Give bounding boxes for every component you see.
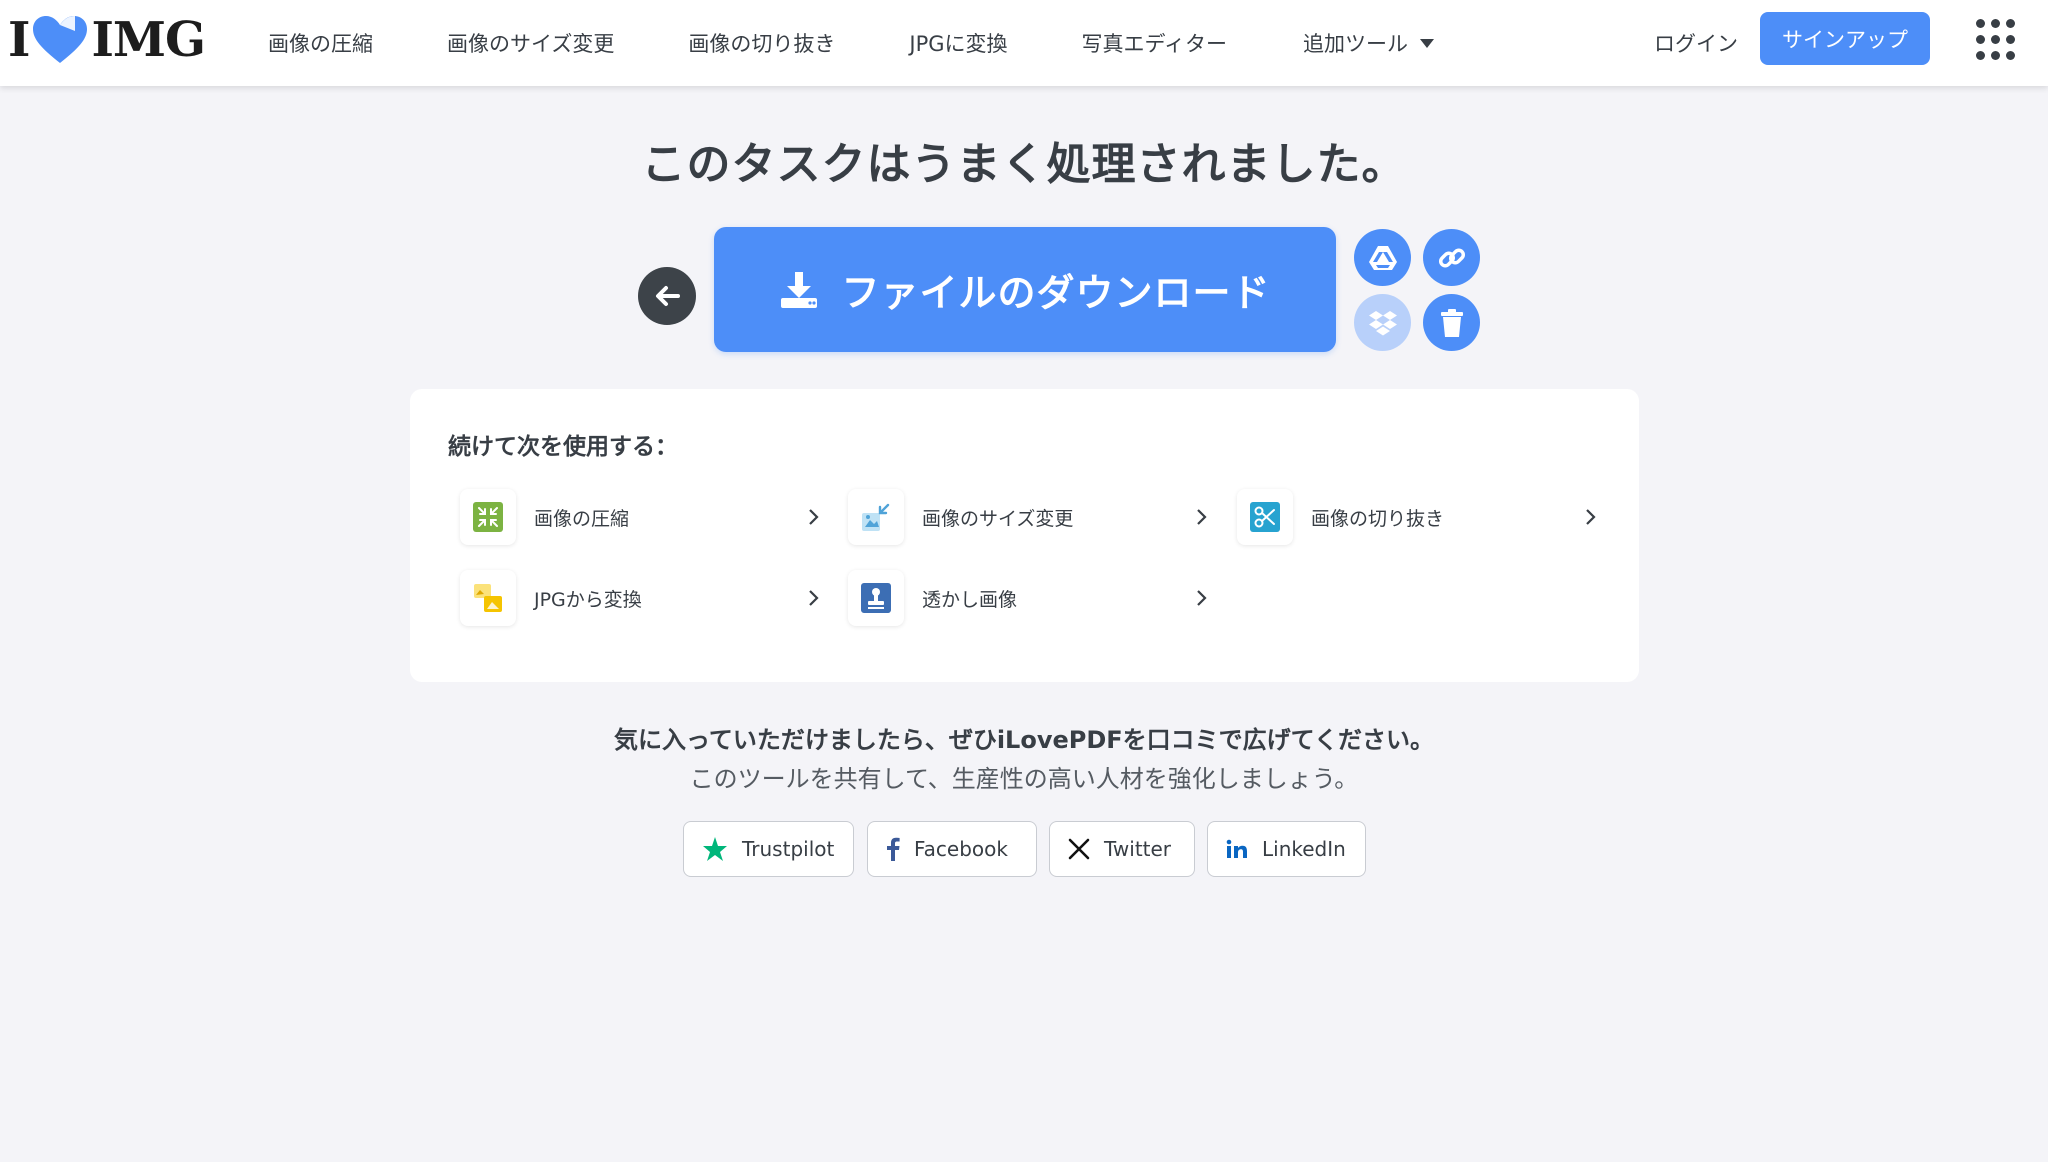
dropbox-button[interactable] xyxy=(1354,294,1411,351)
page-title: このタスクはうまく処理されました。 xyxy=(641,139,1407,190)
apps-grid-icon[interactable] xyxy=(1976,19,2016,60)
nav-compress[interactable]: 画像の圧縮 xyxy=(268,0,373,86)
facebook-icon xyxy=(886,837,900,861)
chevron-right-icon xyxy=(804,507,824,527)
tool-watermark[interactable]: 透かし画像 xyxy=(848,568,1212,628)
caret-down-icon xyxy=(1420,38,1435,48)
convert-from-jpg-icon xyxy=(460,570,516,626)
x-twitter-icon xyxy=(1068,838,1090,860)
delete-button[interactable] xyxy=(1423,294,1480,351)
tool-label: 画像の圧縮 xyxy=(534,507,630,530)
linkedin-label: LinkedIn xyxy=(1262,837,1346,861)
nav-resize[interactable]: 画像のサイズ変更 xyxy=(447,0,614,86)
top-header: I IMG 画像の圧縮 画像のサイズ変更 画像の切り抜き JPGに変換 写真エデ… xyxy=(0,0,2048,86)
continue-title: 続けて次を使用する： xyxy=(448,434,678,460)
continue-card: 続けて次を使用する： 画像の圧縮 画像のサイズ変更 画像の切り抜き JPGから変… xyxy=(410,389,1639,682)
twitter-label: Twitter xyxy=(1104,837,1172,861)
tool-crop[interactable]: 画像の切り抜き xyxy=(1237,487,1601,547)
twitter-button[interactable]: Twitter xyxy=(1049,821,1195,877)
chevron-right-icon xyxy=(1581,507,1601,527)
main-nav: 画像の圧縮 画像のサイズ変更 画像の切り抜き JPGに変換 写真エディター 追加… xyxy=(268,0,1435,86)
tool-label: 画像のサイズ変更 xyxy=(922,507,1074,530)
tool-compress[interactable]: 画像の圧縮 xyxy=(460,487,824,547)
chevron-right-icon xyxy=(1192,507,1212,527)
download-icon xyxy=(779,270,819,310)
logo-text-left: I xyxy=(8,12,30,68)
compress-icon xyxy=(460,489,516,545)
logo-text-right: IMG xyxy=(91,12,206,68)
back-button[interactable] xyxy=(638,267,696,325)
trash-icon xyxy=(1440,308,1463,337)
crop-icon xyxy=(1237,489,1293,545)
heart-icon xyxy=(31,15,89,65)
dropbox-icon xyxy=(1368,310,1397,335)
share-title: 気に入っていただけましたら、ぜひiLovePDFを口コミで広げてください。 xyxy=(614,726,1434,754)
login-link[interactable]: ログイン xyxy=(1654,24,1738,62)
tool-resize[interactable]: 画像のサイズ変更 xyxy=(848,487,1212,547)
tool-label: JPGから変換 xyxy=(534,588,642,611)
arrow-left-icon xyxy=(656,286,680,306)
copy-link-button[interactable] xyxy=(1423,229,1480,286)
download-button[interactable]: ファイルのダウンロード xyxy=(714,227,1336,352)
trustpilot-button[interactable]: Trustpilot xyxy=(683,821,854,877)
tool-label: 画像の切り抜き xyxy=(1311,507,1445,530)
watermark-icon xyxy=(848,570,904,626)
facebook-button[interactable]: Facebook xyxy=(867,821,1037,877)
ilovimg-logo[interactable]: I IMG xyxy=(8,12,206,68)
tool-convert-from-jpg[interactable]: JPGから変換 xyxy=(460,568,824,628)
nav-photo-editor[interactable]: 写真エディター xyxy=(1082,0,1228,86)
nav-convert-to-jpg[interactable]: JPGに変換 xyxy=(909,0,1007,86)
google-drive-button[interactable] xyxy=(1354,229,1411,286)
share-subtitle: このツールを共有して、生産性の高い人材を強化しましょう。 xyxy=(689,765,1359,793)
linkedin-button[interactable]: LinkedIn xyxy=(1207,821,1366,877)
signup-button[interactable]: サインアップ xyxy=(1760,12,1930,65)
download-label: ファイルのダウンロード xyxy=(841,271,1271,315)
nav-more-tools[interactable]: 追加ツール xyxy=(1303,0,1435,86)
google-drive-icon xyxy=(1368,245,1397,270)
chevron-right-icon xyxy=(1192,588,1212,608)
tool-label: 透かし画像 xyxy=(922,588,1018,611)
resize-icon xyxy=(848,489,904,545)
trustpilot-icon xyxy=(702,836,728,862)
nav-crop[interactable]: 画像の切り抜き xyxy=(688,0,835,86)
link-icon xyxy=(1438,247,1465,268)
facebook-label: Facebook xyxy=(914,837,1008,861)
nav-more-tools-label: 追加ツール xyxy=(1303,32,1409,56)
trustpilot-label: Trustpilot xyxy=(742,837,835,861)
chevron-right-icon xyxy=(804,588,824,608)
linkedin-icon xyxy=(1226,839,1248,859)
